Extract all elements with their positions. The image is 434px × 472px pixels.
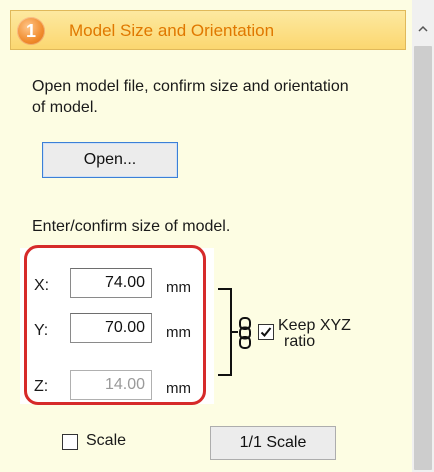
open-button[interactable]: Open... bbox=[42, 142, 178, 178]
chain-link-icon bbox=[239, 317, 251, 349]
size-instruction-label: Enter/confirm size of model. bbox=[32, 218, 231, 235]
keep-ratio-label: Keep XYZ ratio bbox=[278, 318, 351, 350]
ratio-bracket bbox=[218, 288, 232, 376]
scroll-up-button[interactable] bbox=[412, 20, 434, 38]
keep-ratio-label-line2: ratio bbox=[284, 333, 316, 350]
scroll-thumb[interactable] bbox=[414, 46, 432, 470]
vertical-scrollbar[interactable] bbox=[412, 0, 434, 472]
checkmark-icon bbox=[260, 327, 272, 337]
keep-ratio-checkbox[interactable] bbox=[258, 324, 274, 340]
panel-header[interactable]: 1 Model Size and Orientation bbox=[10, 10, 406, 50]
keep-ratio-label-line1: Keep XYZ bbox=[278, 317, 351, 334]
instruction-text: Open model file, confirm size and orient… bbox=[32, 78, 349, 116]
panel-title: Model Size and Orientation bbox=[69, 21, 275, 40]
scale-label: Scale bbox=[86, 432, 127, 449]
step-number-icon: 1 bbox=[17, 17, 45, 45]
scale-checkbox[interactable] bbox=[62, 434, 78, 450]
one-to-one-scale-button[interactable]: 1/1 Scale bbox=[210, 426, 336, 460]
model-size-panel: 1 Model Size and Orientation Open model … bbox=[0, 0, 413, 472]
size-fields-highlight bbox=[24, 245, 206, 405]
chevron-up-icon bbox=[418, 25, 428, 32]
